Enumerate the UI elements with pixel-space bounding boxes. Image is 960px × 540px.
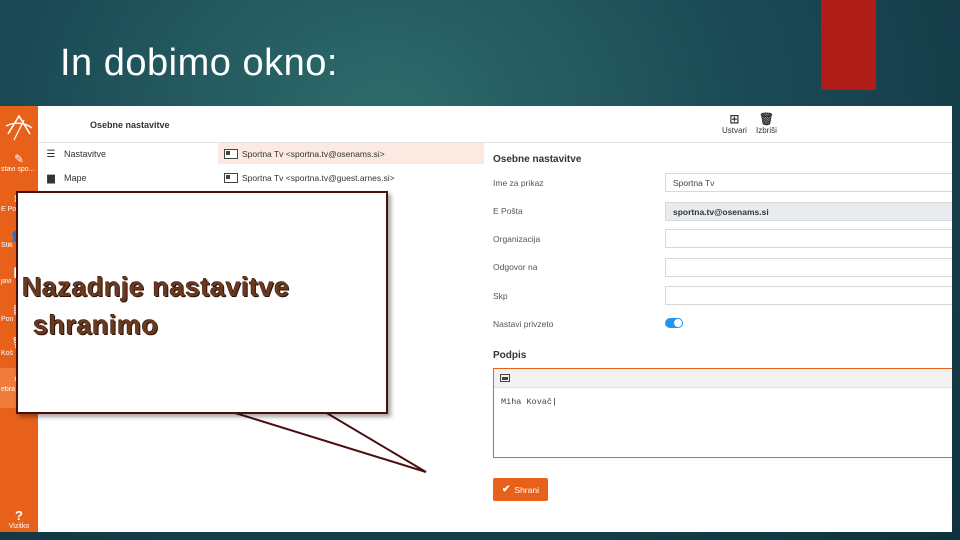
reply-to-input[interactable]	[665, 258, 952, 277]
id-card-icon	[224, 148, 238, 159]
list-icon: ☰	[46, 148, 56, 160]
folder-icon: ▆	[47, 172, 55, 184]
settings-header: Osebne nastavitve	[90, 120, 170, 130]
header-divider	[38, 142, 952, 143]
organization-label: Organizacija	[493, 234, 541, 244]
signature-title: Podpis	[493, 350, 527, 361]
rail-item-help[interactable]: ? Vizitko	[0, 508, 38, 530]
display-name-input[interactable]: Sportna Tv	[665, 173, 952, 192]
email-label: E Pošta	[493, 206, 523, 216]
plus-square-icon: ⊞	[729, 112, 740, 126]
reply-to-label: Odgovor na	[493, 262, 538, 272]
id-card-icon	[224, 172, 238, 183]
edit-icon: ✎	[13, 152, 25, 166]
signature-toolbar	[494, 369, 952, 388]
email-field: sportna.tv@osenams.si	[665, 202, 952, 221]
signature-editor[interactable]: Miha Kovač	[493, 368, 952, 458]
bcc-input[interactable]	[665, 286, 952, 305]
display-name-label: Ime za prikaz	[493, 178, 544, 188]
create-button[interactable]: ⊞ Ustvari	[722, 112, 747, 135]
bcc-label: Skp	[493, 291, 508, 301]
signature-text[interactable]: Miha Kovač	[494, 388, 952, 416]
save-button[interactable]: ✔ Shrani	[493, 478, 548, 501]
account-item-osenams[interactable]: Sportna Tv <sportna.tv@osenams.si>	[218, 143, 484, 164]
organization-input[interactable]	[665, 229, 952, 248]
callout-text: Nazadnje nastavitve shranimo	[22, 268, 290, 344]
rail-item-compose[interactable]: ✎ stavi spo...	[0, 148, 38, 188]
set-default-toggle[interactable]	[665, 318, 683, 328]
app-logo-icon	[5, 114, 33, 141]
delete-button[interactable]: 🗑 Izbriši	[756, 112, 777, 135]
callout-line-1: Nazadnje nastavitve	[22, 272, 290, 302]
form-title: Osebne nastavitve	[493, 154, 582, 165]
red-accent-bar	[821, 0, 876, 90]
check-icon: ✔	[502, 484, 511, 495]
set-default-label: Nastavi privzeto	[493, 319, 554, 329]
callout-line-2: shranimo	[33, 310, 159, 340]
trash-icon: 🗑	[758, 112, 775, 126]
question-icon: ?	[15, 508, 23, 523]
image-icon[interactable]	[500, 374, 510, 382]
account-item-arnes[interactable]: Sportna Tv <sportna.tv@guest.arnes.si>	[218, 167, 484, 188]
slide-title: In dobimo okno:	[60, 42, 338, 84]
